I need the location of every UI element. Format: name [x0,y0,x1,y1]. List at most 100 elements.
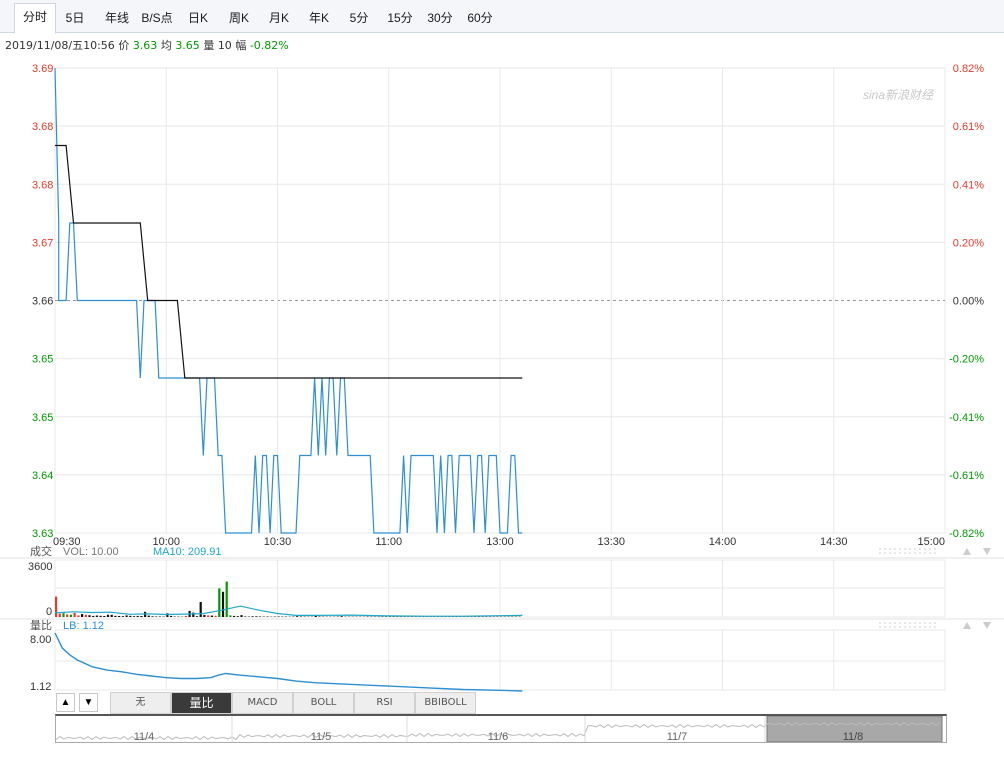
y-tick-label-left: 3.65 [32,354,53,366]
y-tick-label-right: 0.41% [953,179,984,191]
y-tick-label-left: 3.67 [32,237,53,249]
panel-resize-dots [879,622,881,624]
y-tick-label-left: 3.65 [32,412,53,424]
panel-resize-dots [894,548,896,550]
panel-resize-dots [929,622,931,624]
panel-move-down-icon [983,622,991,629]
volume-ma10-text: MA10: 209.91 [153,546,222,558]
volume-bar [129,615,132,617]
panel-resize-dots [924,626,926,628]
volume-bar [103,616,106,617]
volume-bar [340,616,343,617]
panel-resize-dots [914,622,916,624]
y-tick-label-right: -0.82% [949,528,984,540]
panel-resize-dots [884,626,886,628]
volume-bar [114,615,117,617]
volume-bar [214,615,217,617]
indicator-macd-button[interactable]: MACD [232,692,293,714]
panel-resize-dots [934,552,936,554]
volume-bar [203,615,206,617]
volume-bar [218,588,221,617]
volume-bar [255,616,258,617]
ratio-panel-title: 量比 [30,619,52,632]
panel-resize-dots [889,626,891,628]
volume-bar [125,615,128,617]
volume-bar [199,602,202,617]
panel-resize-dots [884,548,886,550]
panel-resize-dots [924,552,926,554]
panel-resize-dots [894,622,896,624]
indicator-volume-ratio-button[interactable]: 量比 [171,692,232,714]
volume-bar [77,615,80,617]
panel-resize-dots [904,552,906,554]
volume-bar [221,591,225,617]
panel-resize-dots [884,622,886,624]
indicator-none-button[interactable]: 无 [110,692,171,714]
panel-resize-dots [894,626,896,628]
panel-resize-dots [889,548,891,550]
volume-ratio-line [54,632,523,692]
y-tick-label-left: 3.66 [32,296,53,308]
panel-resize-dots [909,548,911,550]
volume-tick-zero: 0 [46,606,52,618]
y-tick-label-right: -0.41% [949,412,984,424]
volume-bar [95,615,98,617]
panel-resize-dots [919,552,921,554]
panel-resize-dots [909,552,911,554]
volume-bar [81,614,84,617]
y-tick-label-right: 0.61% [953,121,984,133]
volume-bar [314,615,317,617]
volume-bar [147,615,150,617]
volume-tick-max: 3600 [28,561,52,573]
volume-bar [259,616,262,617]
scroll-down-button[interactable]: ▼ [79,693,98,712]
panel-resize-dots [934,548,936,550]
panel-resize-dots [899,548,901,550]
panel-resize-dots [924,548,926,550]
panel-resize-dots [919,622,921,624]
y-tick-label-right: 0.20% [953,237,984,249]
panel-resize-dots [934,622,936,624]
x-tick-label: 15:00 [917,536,945,548]
panel-resize-dots [909,622,911,624]
volume-bar [244,616,247,617]
volume-ma10-line [54,605,523,617]
intraday-chart[interactable]: sina新浪财经 3.69 3.68 3.68 3.67 3.66 3.65 3.65 3.64… [0,0,1004,761]
y-tick-label-left: 3.63 [32,528,53,540]
y-tick-label-left: 3.68 [32,121,53,133]
indicator-bbiboll-button[interactable]: BBIBOLL [415,692,476,714]
panel-move-up-icon [963,548,971,555]
scroll-up-button[interactable]: ▲ [56,693,75,712]
volume-bar [155,616,158,617]
panel-resize-dots [929,552,931,554]
sina-watermark: sina新浪财经 [863,88,935,102]
y-tick-label-right: 0.00% [953,296,984,308]
panel-resize-dots [879,548,881,550]
volume-bar [277,616,280,617]
panel-resize-dots [919,626,921,628]
volume-bar [118,616,121,617]
volume-bar [296,616,299,617]
volume-bar [151,616,154,617]
panel-resize-dots [879,552,881,554]
panel-resize-dots [929,626,931,628]
volume-bar [132,616,136,617]
volume-bar [240,615,243,617]
volume-bar [158,616,161,617]
x-tick-label: 11:00 [375,536,402,548]
volume-bar [207,615,210,617]
indicator-boll-button[interactable]: BOLL [293,692,354,714]
x-tick-label: 13:00 [486,536,514,548]
indicator-rsi-button[interactable]: RSI [354,692,415,714]
y-tick-label-left: 3.64 [32,470,53,482]
y-tick-label-left: 3.68 [32,179,53,191]
volume-bar [73,612,76,617]
volume-bar [233,615,236,617]
panel-resize-dots [889,552,891,554]
volume-bar [195,616,199,617]
volume-bar [225,581,228,617]
range-navigator-frame [55,714,947,743]
y-tick-label-right: 0.82% [953,63,984,75]
panel-resize-dots [904,626,906,628]
panel-resize-dots [889,622,891,624]
